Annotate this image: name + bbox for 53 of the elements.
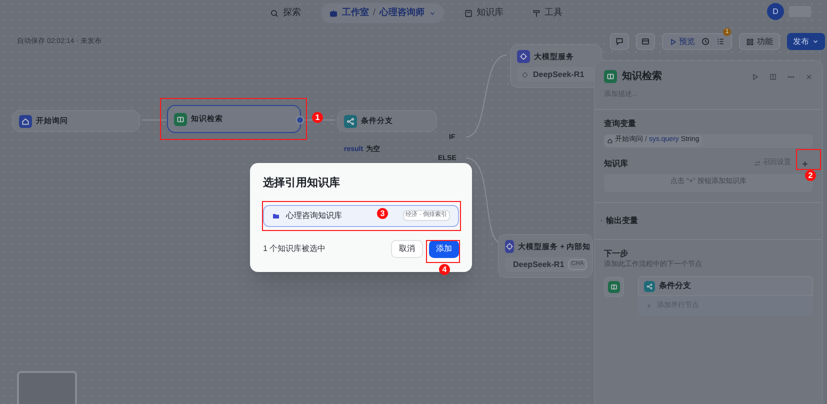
dialog-title: 选择引用知识库 <box>263 176 341 191</box>
close-button[interactable] <box>805 72 813 80</box>
section-label: 查询变量 <box>603 118 637 130</box>
search-icon <box>270 8 279 18</box>
cancel-button[interactable]: 取消 <box>391 240 423 258</box>
env-button[interactable] <box>636 33 655 50</box>
arrows-icon <box>754 160 761 167</box>
step-badge: 1 <box>312 112 323 123</box>
publish-button[interactable]: 发布 <box>787 33 825 50</box>
section-label: 知识库 <box>604 158 629 170</box>
model-name: DeepSeek-R1 <box>533 68 584 80</box>
highlight-frame <box>796 149 821 170</box>
output-variables-toggle[interactable]: 输出变量 <box>595 202 822 238</box>
plus-icon <box>800 160 808 168</box>
step-badge: 4 <box>439 264 450 275</box>
close-icon <box>805 72 813 80</box>
list-icon <box>716 37 725 46</box>
chat-button[interactable] <box>610 33 629 50</box>
grid-icon <box>746 38 754 46</box>
nav-tab[interactable]: 知识库 <box>456 3 512 23</box>
nav-tab[interactable]: 工作室 / 心理咨询师 <box>321 3 444 23</box>
highlight-frame <box>426 240 460 263</box>
nav-tab[interactable]: 工具 <box>524 3 571 23</box>
add-button[interactable]: 添加 <box>429 240 459 258</box>
caret-icon <box>428 10 436 16</box>
model-name: DeepSeek-R1 <box>513 258 564 270</box>
book-icon <box>769 72 777 80</box>
caret-icon <box>599 218 604 223</box>
robot-icon <box>329 8 338 18</box>
selection-count: 1 个知识库被选中 <box>263 242 327 254</box>
plus-icon <box>646 303 652 309</box>
connection-handle[interactable] <box>296 116 304 124</box>
run-button[interactable] <box>751 72 759 80</box>
card-icon <box>641 37 650 46</box>
clock-icon <box>701 37 710 46</box>
history-button[interactable] <box>701 37 710 46</box>
tool-icon <box>532 8 541 18</box>
features-button[interactable]: 功能 <box>739 33 780 50</box>
next-node-item[interactable]: 条件分支 <box>638 276 813 296</box>
folder-icon <box>272 212 280 220</box>
minimap[interactable] <box>17 371 77 404</box>
book-icon <box>464 8 473 18</box>
caret-icon <box>812 38 819 45</box>
avatar[interactable]: D <box>767 3 784 20</box>
play-icon <box>669 38 677 46</box>
panel-title: 知识检索 <box>622 70 663 84</box>
home-icon <box>607 138 613 144</box>
docs-button[interactable] <box>769 72 777 80</box>
section-label: 下一步 <box>603 248 629 260</box>
chat-icon <box>615 37 624 46</box>
preview-button[interactable]: 预览 <box>669 36 695 48</box>
nav-tab[interactable]: 探索 <box>262 3 309 23</box>
play-icon <box>751 72 759 80</box>
